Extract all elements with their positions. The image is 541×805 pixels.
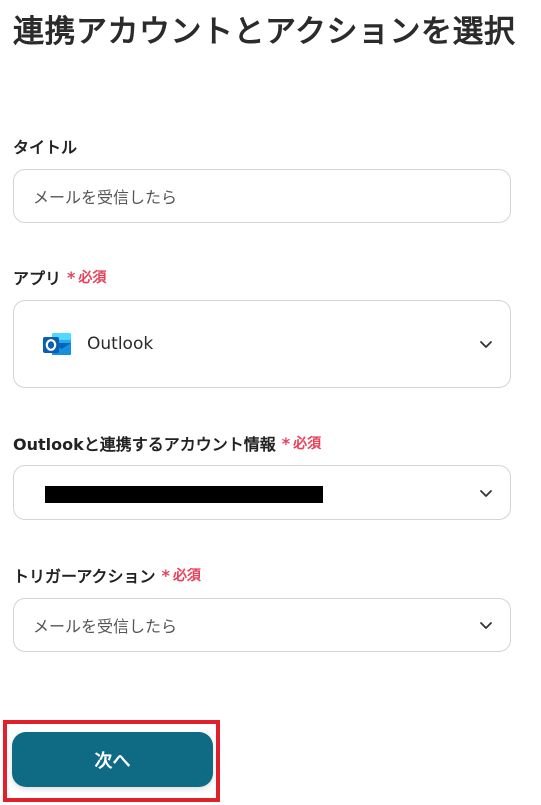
app-select-value: Outlook: [87, 334, 154, 354]
required-text: 必須: [78, 270, 107, 286]
account-label-text: Outlookと連携するアカウント情報: [13, 435, 276, 454]
app-label-text: アプリ: [13, 269, 62, 288]
next-button[interactable]: 次へ: [12, 732, 213, 787]
trigger-action-select[interactable]: メールを受信したら: [13, 598, 511, 652]
outlook-logo-icon: [43, 333, 71, 355]
app-field-label: アプリ * 必須: [13, 265, 106, 289]
trigger-field-label: トリガーアクション * 必須: [13, 563, 201, 587]
required-text: 必須: [172, 568, 201, 584]
page-title: 連携アカウントとアクションを選択: [13, 14, 516, 50]
required-text: 必須: [293, 436, 322, 452]
title-label-text: タイトル: [13, 138, 78, 157]
chevron-down-icon: [480, 622, 492, 629]
chevron-down-icon: [480, 489, 492, 497]
required-star: *: [161, 565, 170, 585]
required-badge: * 必須: [162, 565, 201, 585]
required-badge: * 必須: [282, 433, 321, 453]
title-input[interactable]: メールを受信したら: [13, 169, 511, 223]
required-star: *: [281, 433, 291, 453]
app-select[interactable]: Outlook: [13, 300, 511, 388]
account-field-label: Outlookと連携するアカウント情報 * 必須: [13, 431, 321, 455]
required-badge: * 必須: [67, 267, 106, 287]
required-star: *: [67, 267, 76, 287]
account-select[interactable]: [13, 465, 511, 520]
redacted-account-value: [45, 486, 323, 503]
trigger-select-value: メールを受信したら: [33, 617, 178, 636]
title-field-label: タイトル: [13, 134, 77, 158]
trigger-label-text: トリガーアクション: [13, 567, 156, 586]
title-input-value: メールを受信したら: [33, 188, 178, 207]
chevron-down-icon: [480, 341, 492, 348]
